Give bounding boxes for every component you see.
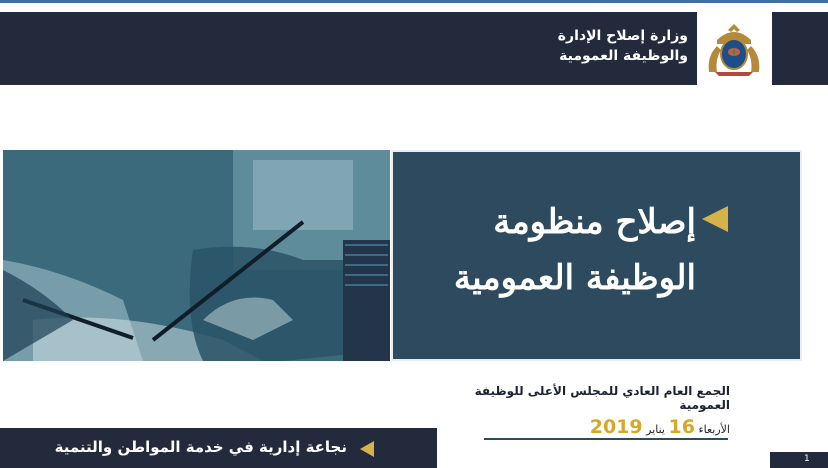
event-date: الأربعاء 16 يناير 2019 (460, 416, 730, 438)
morocco-coat-of-arms-icon (703, 20, 765, 78)
ministry-name-line1: وزارة إصلاح الإدارة (557, 28, 688, 44)
gold-triangle-icon (360, 441, 374, 457)
ministry-name: وزارة إصلاح الإدارة والوظيفة العمومية (428, 26, 688, 66)
event-info: الجمع العام العادي للمجلس الأعلى للوظيفة… (460, 384, 730, 438)
hero-title-panel: إصلاح منظومة الوظيفة العمومية (391, 150, 802, 361)
hero-title-line1: إصلاح منظومة (493, 202, 696, 242)
top-accent-rule (0, 0, 828, 3)
emblem-box (697, 12, 772, 85)
footer-bar: نجاعة إدارية في خدمة المواطن والتنمية (0, 428, 437, 468)
event-day: 16 (668, 416, 695, 438)
page-number-box: 1 (770, 452, 828, 468)
hero-title: إصلاح منظومة الوظيفة العمومية (396, 194, 696, 306)
event-month: يناير (646, 423, 665, 436)
gold-triangle-icon (702, 206, 728, 232)
event-title: الجمع العام العادي للمجلس الأعلى للوظيفة… (474, 384, 730, 412)
ministry-name-line2: والوظيفة العمومية (559, 48, 688, 64)
hero-title-line2: الوظيفة العمومية (453, 258, 696, 298)
event-weekday: الأربعاء (698, 423, 730, 436)
event-year: 2019 (589, 416, 643, 438)
hands-signing-document-image (3, 150, 390, 361)
event-underline (484, 438, 728, 440)
hero-photo (3, 150, 390, 361)
page-number: 1 (804, 454, 810, 464)
footer-slogan: نجاعة إدارية في خدمة المواطن والتنمية (54, 438, 347, 456)
